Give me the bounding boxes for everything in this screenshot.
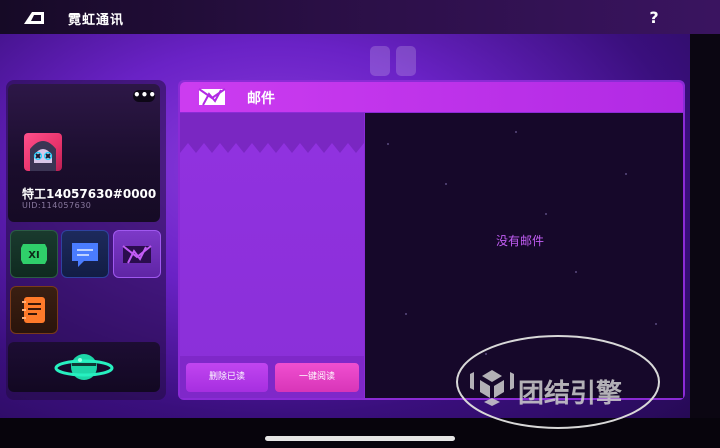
star: [515, 131, 517, 133]
more-options-button[interactable]: •••: [133, 89, 156, 102]
notebook-icon: [22, 297, 45, 323]
home-indicator[interactable]: [265, 436, 455, 441]
svg-text:XI: XI: [28, 250, 39, 261]
star: [655, 323, 657, 325]
x1-badge-icon: XI: [21, 244, 47, 264]
mail-icon: [122, 245, 152, 264]
avatar[interactable]: [24, 133, 62, 171]
chat-bubble-icon: [72, 243, 98, 267]
watermark-logo: 团结引擎: [456, 335, 660, 429]
player-name: 特工14057630#0000: [22, 187, 157, 201]
star: [625, 173, 627, 175]
app-title: 霓虹通讯: [68, 13, 125, 28]
background-edge: [690, 34, 720, 418]
mail-header-icon: [198, 88, 226, 106]
tile-mail[interactable]: [113, 230, 161, 278]
star: [445, 183, 447, 185]
tile-chat[interactable]: [61, 230, 109, 278]
help-button[interactable]: ?: [644, 8, 664, 28]
list-header-pattern: [180, 113, 364, 153]
star: [405, 313, 407, 315]
mail-title: 邮件: [247, 91, 275, 107]
planet-icon: [54, 354, 114, 380]
tile-x1[interactable]: XI: [10, 230, 58, 278]
star: [575, 271, 577, 273]
delete-read-button[interactable]: 删除已读: [186, 363, 268, 392]
star: [545, 213, 547, 215]
empty-mail-message: 没有邮件: [496, 234, 545, 248]
ghost-logo-icon: [370, 46, 416, 76]
read-all-button[interactable]: 一键阅读: [275, 363, 359, 392]
tile-notebook[interactable]: [10, 286, 58, 334]
agent-avatar-icon: [30, 141, 56, 171]
watermark-text: 团结引擎: [518, 379, 622, 409]
player-uid: UID:114057630: [22, 201, 92, 210]
star: [387, 143, 389, 145]
planet-card[interactable]: [8, 342, 160, 392]
back-logo-icon[interactable]: [22, 10, 46, 26]
